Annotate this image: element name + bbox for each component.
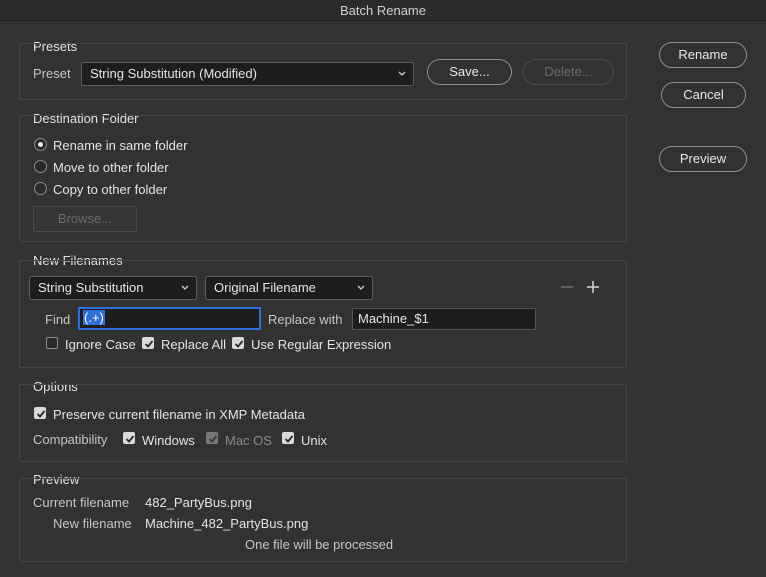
plus-icon[interactable] — [585, 279, 601, 295]
ignore-case-checkbox[interactable] — [46, 337, 58, 349]
find-input[interactable]: (.+) — [78, 307, 261, 330]
chevron-down-icon — [181, 285, 189, 290]
rename-type-select[interactable]: String Substitution — [29, 276, 197, 300]
replace-all-label: Replace All — [161, 337, 227, 352]
delete-preset-button[interactable]: Delete... — [523, 59, 614, 85]
checkmark-icon — [144, 340, 154, 348]
rename-button[interactable]: Rename — [659, 42, 747, 68]
preset-select-value: String Substitution (Modified) — [90, 66, 257, 81]
radio-rename-same-folder[interactable] — [34, 138, 47, 151]
new-filename-value: Machine_482_PartyBus.png — [145, 516, 309, 531]
new-filename-label: New filename — [53, 516, 132, 531]
minus-icon[interactable] — [559, 279, 575, 295]
macos-label: Mac OS — [225, 433, 272, 448]
unix-label: Unix — [301, 433, 328, 448]
radio-rename-same-folder-label: Rename in same folder — [53, 138, 188, 153]
radio-move-other-folder[interactable] — [34, 160, 47, 173]
options-group — [19, 384, 627, 462]
preset-label: Preset — [33, 66, 71, 81]
files-processed-status: One file will be processed — [245, 537, 394, 552]
replace-with-label: Replace with — [268, 312, 343, 327]
chevron-down-icon — [398, 71, 406, 76]
checkmark-icon — [36, 410, 46, 418]
unix-checkbox[interactable] — [282, 432, 294, 444]
chevron-down-icon — [357, 285, 365, 290]
window-title: Batch Rename — [0, 0, 766, 21]
radio-copy-other-folder-label: Copy to other folder — [53, 182, 168, 197]
preserve-filename-label: Preserve current filename in XMP Metadat… — [53, 407, 305, 422]
macos-checkbox[interactable] — [206, 432, 218, 444]
windows-label: Windows — [142, 433, 195, 448]
cancel-button[interactable]: Cancel — [661, 82, 746, 108]
use-regex-checkbox[interactable] — [232, 337, 244, 349]
browse-button[interactable]: Browse... — [33, 206, 137, 232]
windows-checkbox[interactable] — [123, 432, 135, 444]
use-regex-label: Use Regular Expression — [251, 337, 392, 352]
ignore-case-label: Ignore Case — [65, 337, 136, 352]
checkmark-icon — [284, 435, 294, 443]
rename-type-value: String Substitution — [38, 280, 144, 295]
replace-with-input[interactable]: Machine_$1 — [352, 308, 536, 330]
preset-select[interactable]: String Substitution (Modified) — [81, 62, 414, 86]
compatibility-label: Compatibility — [33, 432, 108, 447]
find-input-value: (.+) — [83, 310, 105, 325]
find-label: Find — [45, 312, 71, 327]
checkmark-icon — [234, 340, 244, 348]
current-filename-value: 482_PartyBus.png — [145, 495, 252, 510]
checkmark-icon — [208, 435, 218, 443]
save-preset-button[interactable]: Save... — [427, 59, 512, 85]
replace-all-checkbox[interactable] — [142, 337, 154, 349]
preview-button[interactable]: Preview — [659, 146, 747, 172]
radio-copy-other-folder[interactable] — [34, 182, 47, 195]
current-filename-label: Current filename — [33, 495, 130, 510]
rename-target-value: Original Filename — [214, 280, 316, 295]
rename-target-select[interactable]: Original Filename — [205, 276, 373, 300]
radio-move-other-folder-label: Move to other folder — [53, 160, 169, 175]
checkmark-icon — [125, 435, 135, 443]
preserve-filename-checkbox[interactable] — [34, 407, 46, 419]
